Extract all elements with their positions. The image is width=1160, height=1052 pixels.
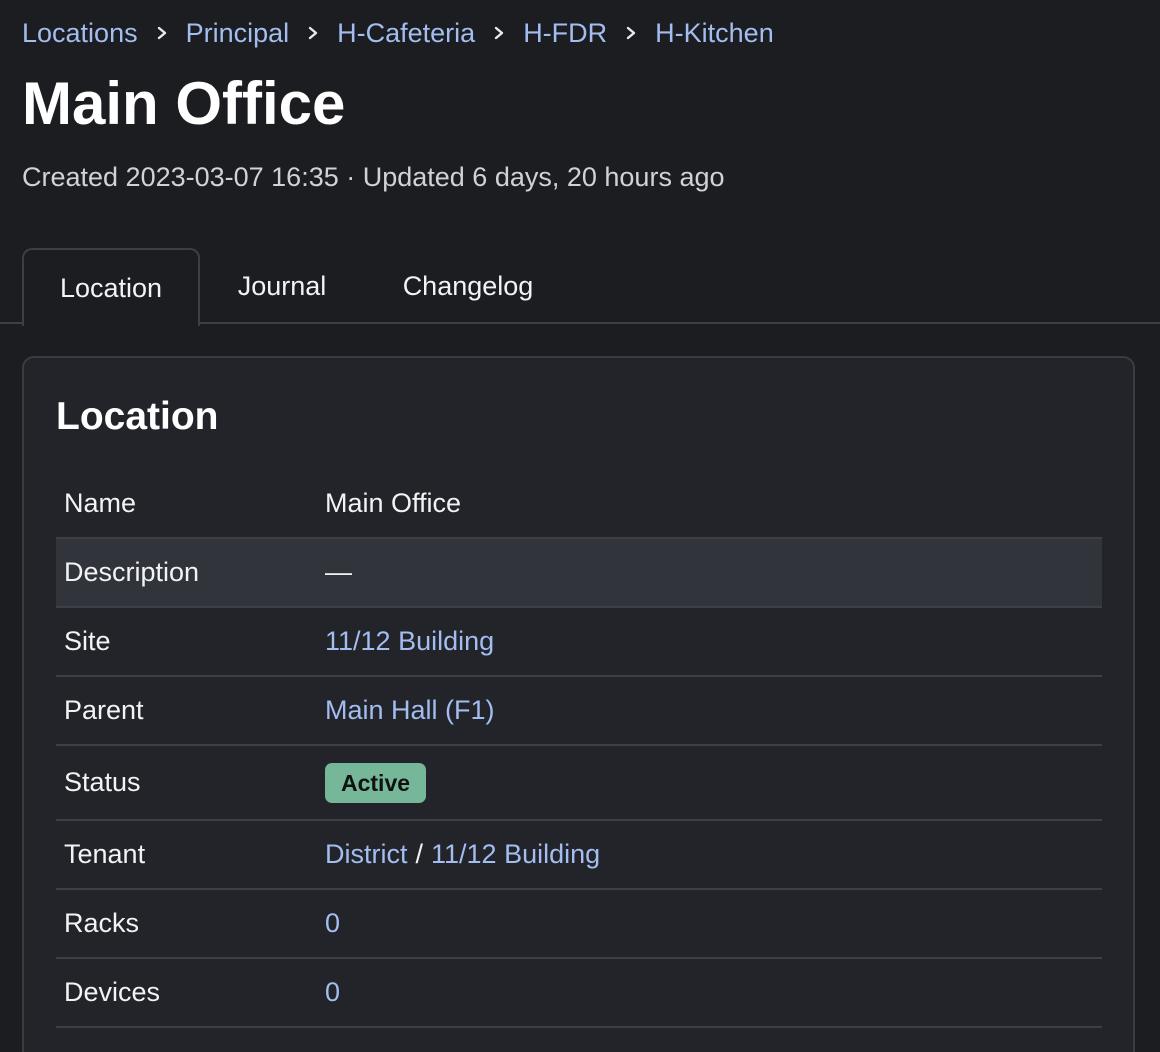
status-cell: Active xyxy=(317,745,1102,821)
table-row-status: Status Active xyxy=(56,745,1102,821)
racks-count-link[interactable]: 0 xyxy=(325,908,340,938)
row-label: Devices xyxy=(56,958,317,1028)
devices-cell: 0 xyxy=(317,958,1102,1028)
breadcrumb: Locations Principal H-Cafeteria H-FDR H-… xyxy=(22,14,774,52)
page-meta-timestamps: Created 2023-03-07 16:35 · Updated 6 day… xyxy=(22,162,725,192)
tenant-divider: / xyxy=(415,839,424,869)
row-label: Tenant xyxy=(56,820,317,890)
racks-cell: 0 xyxy=(317,889,1102,959)
chevron-right-icon xyxy=(138,14,186,52)
table-row-racks: Racks 0 xyxy=(56,889,1102,959)
breadcrumb-principal[interactable]: Principal xyxy=(186,14,290,52)
chevron-right-icon xyxy=(475,14,523,52)
parent-cell: Main Hall (F1) xyxy=(317,676,1102,746)
tab-location[interactable]: Location xyxy=(22,248,200,326)
tab-bar: Location Journal Changelog xyxy=(0,248,1160,326)
tab-journal[interactable]: Journal xyxy=(210,248,354,324)
card-title: Location xyxy=(56,395,219,438)
status-badge: Active xyxy=(325,762,427,803)
devices-count-link[interactable]: 0 xyxy=(325,977,340,1007)
table-row-site: Site 11/12 Building xyxy=(56,607,1102,677)
breadcrumb-h-kitchen[interactable]: H-Kitchen xyxy=(655,14,774,52)
row-label: Status xyxy=(56,745,317,821)
chevron-right-icon xyxy=(607,14,655,52)
name-value: Main Office xyxy=(317,469,1102,539)
row-label: Site xyxy=(56,607,317,677)
row-label: Racks xyxy=(56,889,317,959)
row-label: Name xyxy=(56,469,317,539)
attributes-table: Name Main Office Description — Site 11/1… xyxy=(56,469,1102,1028)
location-card: Location Name Main Office Description — … xyxy=(22,356,1135,1052)
table-row-devices: Devices 0 xyxy=(56,958,1102,1028)
breadcrumb-h-fdr[interactable]: H-FDR xyxy=(523,14,607,52)
row-label: Parent xyxy=(56,676,317,746)
table-row-description: Description — xyxy=(56,538,1102,608)
page-title: Main Office xyxy=(22,70,346,137)
table-row-name: Name Main Office xyxy=(56,469,1102,539)
description-value: — xyxy=(317,538,1102,608)
table-row-parent: Parent Main Hall (F1) xyxy=(56,676,1102,746)
tenant-link[interactable]: 11/12 Building xyxy=(431,839,600,869)
chevron-right-icon xyxy=(289,14,337,52)
site-cell: 11/12 Building xyxy=(317,607,1102,677)
breadcrumb-locations[interactable]: Locations xyxy=(22,14,138,52)
tab-changelog[interactable]: Changelog xyxy=(380,248,556,324)
tenant-group-link[interactable]: District xyxy=(325,839,408,869)
site-link[interactable]: 11/12 Building xyxy=(325,626,494,656)
tenant-cell: District/11/12 Building xyxy=(317,820,1102,890)
row-label: Description xyxy=(56,538,317,608)
table-row-tenant: Tenant District/11/12 Building xyxy=(56,820,1102,890)
parent-link[interactable]: Main Hall (F1) xyxy=(325,695,495,725)
location-detail-page: Locations Principal H-Cafeteria H-FDR H-… xyxy=(0,0,1160,1052)
breadcrumb-h-cafeteria[interactable]: H-Cafeteria xyxy=(337,14,475,52)
